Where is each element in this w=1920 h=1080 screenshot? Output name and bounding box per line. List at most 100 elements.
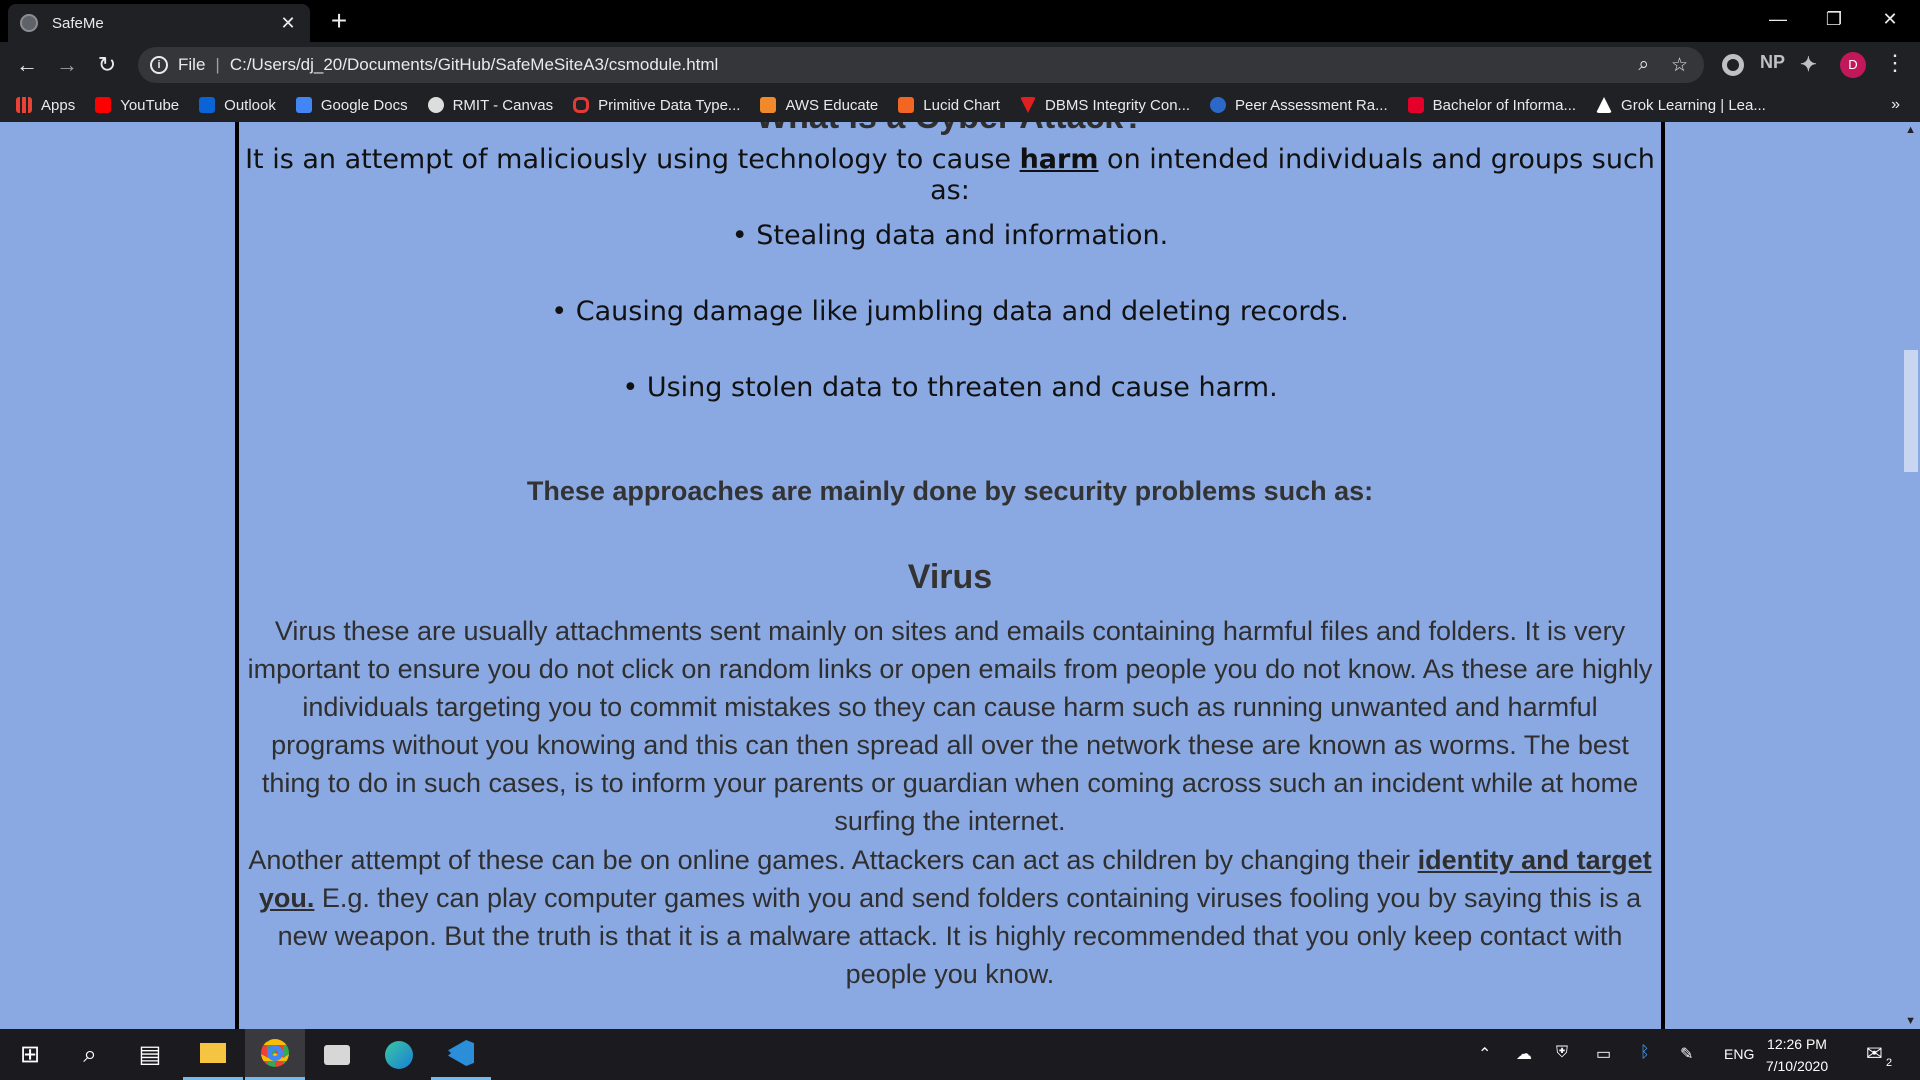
- language-indicator[interactable]: ENG: [1724, 1046, 1754, 1062]
- back-arrow-icon[interactable]: ←: [12, 50, 42, 80]
- printer-app-icon[interactable]: [307, 1029, 367, 1080]
- bookmark-rmit-canvas[interactable]: RMIT - Canvas: [427, 96, 554, 114]
- aws-icon: [760, 97, 777, 113]
- virus-paragraph: Virus these are usually attachments sent…: [247, 616, 1653, 836]
- outlook-icon: [199, 97, 216, 113]
- windows-start-icon[interactable]: ⊞: [0, 1029, 60, 1080]
- bookmark-label: Bachelor of Informa...: [1432, 96, 1577, 114]
- bookmark-outlook[interactable]: Outlook: [199, 97, 276, 114]
- onedrive-icon[interactable]: ☁: [1516, 1044, 1532, 1064]
- bookmarks-bar: Apps YouTube Outlook Google Docs RMIT - …: [0, 88, 1920, 122]
- extension-np-icon[interactable]: NP: [1760, 52, 1785, 73]
- page-viewport: What is a Cyber Attack? It is an attempt…: [0, 122, 1920, 1029]
- close-window-icon[interactable]: ✕: [1862, 0, 1918, 40]
- tab-strip: SafeMe ✕ + — ❐ ✕: [0, 0, 1920, 42]
- bullet-item: • Stealing data and information.: [731, 220, 1169, 251]
- bookmark-aws-educate[interactable]: AWS Educate: [760, 97, 878, 114]
- bullet-item: • Using stolen data to threaten and caus…: [622, 372, 1278, 403]
- notification-count: 2: [1886, 1057, 1893, 1069]
- forward-arrow-icon[interactable]: →: [52, 50, 82, 80]
- file-explorer-icon[interactable]: [183, 1029, 243, 1080]
- bookmark-label: Outlook: [224, 96, 276, 114]
- bookmark-label: Peer Assessment Ra...: [1235, 96, 1388, 114]
- defender-shield-icon[interactable]: ⛨: [1556, 1044, 1568, 1062]
- battery-icon[interactable]: ▭: [1596, 1044, 1611, 1064]
- games-after: E.g. they can play computer games with y…: [277, 883, 1642, 989]
- docs-icon: [295, 97, 312, 113]
- extension-circle-icon[interactable]: [1722, 54, 1744, 76]
- dbms-icon: [1019, 97, 1036, 113]
- tray-chevron-icon[interactable]: ⌃: [1478, 1044, 1491, 1064]
- address-url[interactable]: C:/Users/dj_20/Documents/GitHub/SafeMeSi…: [230, 55, 718, 75]
- vscode-icon[interactable]: [431, 1029, 491, 1080]
- bookmark-google-docs[interactable]: Google Docs: [295, 97, 408, 114]
- bookmark-label: YouTube: [120, 96, 180, 114]
- bookmark-label: Apps: [41, 96, 76, 114]
- scroll-down-arrow-icon[interactable]: ▼: [1905, 1015, 1916, 1027]
- edge-icon[interactable]: [369, 1029, 429, 1080]
- lucid-icon: [898, 97, 915, 113]
- bookmark-peer-assessment[interactable]: Peer Assessment Ra...: [1210, 97, 1388, 114]
- oracle-icon: [573, 97, 590, 113]
- clock-date: 7/10/2020: [1765, 1058, 1829, 1074]
- clock-time: 12:26 PM: [1767, 1036, 1827, 1052]
- zoom-icon[interactable]: ⌕: [1638, 54, 1649, 77]
- address-prefix: File: [178, 55, 206, 74]
- bookmark-star-icon[interactable]: ☆: [1671, 54, 1688, 77]
- bookmark-label: AWS Educate: [785, 96, 879, 114]
- scroll-thumb[interactable]: [1904, 350, 1918, 472]
- intro-before: It is an attempt of maliciously using te…: [245, 144, 1020, 175]
- games-before: Another attempt of these can be on onlin…: [248, 845, 1418, 875]
- browser-toolbar: ← → ↻ i File | C:/Users/dj_20/Documents/…: [0, 42, 1920, 88]
- task-view-icon[interactable]: ▤: [120, 1029, 180, 1080]
- chrome-icon[interactable]: [245, 1029, 305, 1080]
- bookmark-primitive-data[interactable]: Primitive Data Type...: [573, 97, 740, 114]
- grok-icon: [1596, 97, 1613, 113]
- apps-grid-icon: [16, 97, 32, 113]
- windows-taskbar: ⊞ ⌕ ▤ ⌃ ☁ ⛨ ▭ ᛒ ✎ ENG 12:26 PM 7/10/2020…: [0, 1029, 1920, 1080]
- close-tab-icon[interactable]: ✕: [278, 13, 298, 34]
- intro-text: It is an attempt of maliciously using te…: [239, 144, 1661, 206]
- more-bookmarks-icon[interactable]: »: [1891, 96, 1900, 114]
- menu-dots-icon[interactable]: ⋮: [1884, 50, 1906, 76]
- info-icon[interactable]: i: [150, 56, 168, 74]
- bookmark-bachelor[interactable]: Bachelor of Informa...: [1407, 96, 1577, 114]
- bookmark-lucid-chart[interactable]: Lucid Chart: [898, 97, 1000, 114]
- restore-icon[interactable]: ❐: [1806, 0, 1862, 40]
- globe-icon: [20, 14, 38, 32]
- search-icon[interactable]: ⌕: [60, 1029, 120, 1080]
- address-separator: |: [215, 55, 220, 74]
- pen-icon[interactable]: ✎: [1680, 1044, 1693, 1064]
- bookmark-label: Primitive Data Type...: [598, 96, 741, 114]
- harm-link[interactable]: harm: [1020, 144, 1099, 175]
- youtube-icon: [95, 97, 112, 113]
- bookmark-dbms[interactable]: DBMS Integrity Con...: [1019, 96, 1191, 114]
- tab-safeme[interactable]: SafeMe ✕: [8, 4, 310, 42]
- profile-avatar[interactable]: D: [1840, 52, 1866, 78]
- page-scrollbar[interactable]: ▲ ▼: [1903, 122, 1920, 1029]
- bookmark-apps[interactable]: Apps: [16, 97, 75, 114]
- section-heading: What is a Cyber Attack?: [239, 122, 1661, 137]
- approaches-heading: These approaches are mainly done by secu…: [526, 476, 1374, 506]
- new-tab-button[interactable]: +: [324, 6, 354, 36]
- bookmark-label: Lucid Chart: [923, 96, 1000, 114]
- clock[interactable]: 12:26 PM 7/10/2020: [1756, 1033, 1838, 1077]
- virus-heading: Virus: [907, 558, 993, 596]
- bookmark-grok[interactable]: Grok Learning | Lea...: [1596, 97, 1766, 114]
- peer-icon: [1210, 97, 1227, 113]
- reload-icon[interactable]: ↻: [92, 50, 122, 80]
- bookmark-youtube[interactable]: YouTube: [95, 97, 179, 114]
- notifications-icon[interactable]: ✉: [1866, 1041, 1883, 1066]
- tab-title: SafeMe: [52, 14, 104, 32]
- bluetooth-icon[interactable]: ᛒ: [1640, 1044, 1650, 1062]
- minimize-icon[interactable]: —: [1750, 0, 1806, 40]
- scroll-up-arrow-icon[interactable]: ▲: [1905, 124, 1916, 136]
- extensions-puzzle-icon[interactable]: ✦: [1800, 52, 1817, 77]
- bookmark-label: DBMS Integrity Con...: [1044, 96, 1191, 114]
- bookmark-label: RMIT - Canvas: [452, 96, 554, 114]
- address-bar[interactable]: i File | C:/Users/dj_20/Documents/GitHub…: [138, 47, 1704, 83]
- rmit-icon: [1407, 97, 1424, 113]
- content-box: What is a Cyber Attack? It is an attempt…: [235, 122, 1665, 1029]
- bullet-item: • Causing damage like jumbling data and …: [551, 296, 1349, 327]
- canvas-icon: [427, 97, 444, 113]
